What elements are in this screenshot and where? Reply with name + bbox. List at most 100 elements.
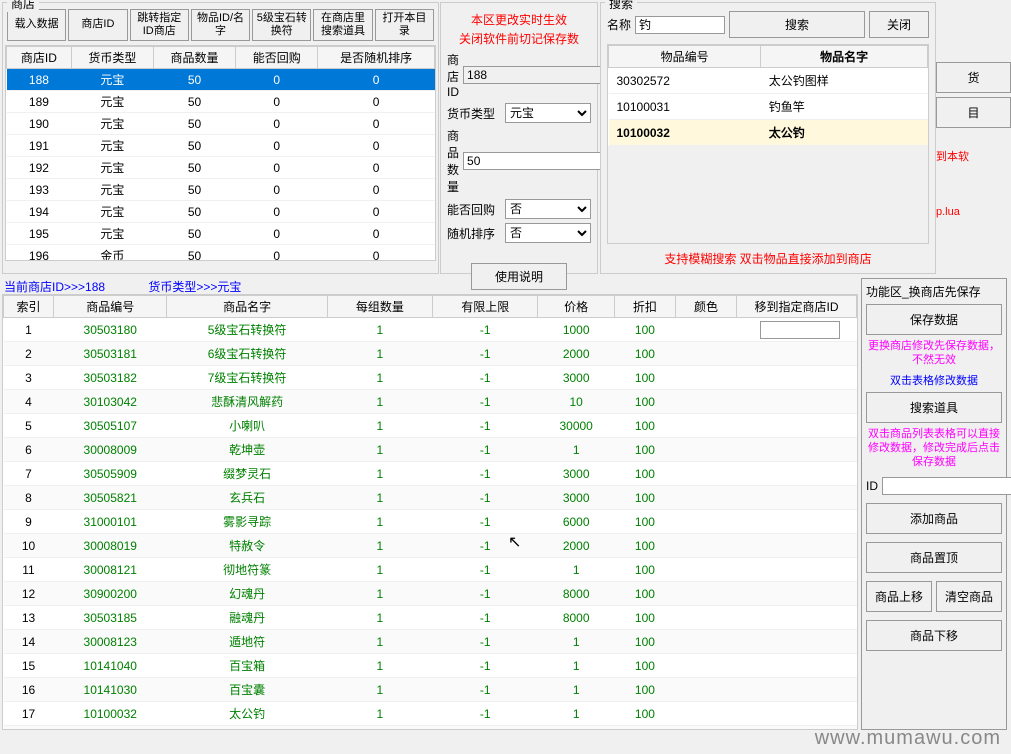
buyback-select[interactable]: 否 [505,199,591,219]
buyback-label: 能否回购 [447,201,501,218]
goods-row[interactable]: 630008009乾坤壶1-11100 [4,438,857,462]
goods-row[interactable]: 1710100032太公钓1-11100 [4,702,857,726]
manual-button[interactable]: 使用说明 [471,263,567,290]
shop-table[interactable]: 商店ID货币类型商品数量能否回购是否随机排序188元宝5000189元宝5000… [5,45,436,261]
cutoff-btn-2[interactable]: 目 [936,97,1011,128]
down-button[interactable]: 商品下移 [866,620,1002,651]
random-select[interactable]: 否 [505,223,591,243]
shop-col-header[interactable]: 是否随机排序 [318,47,435,69]
goods-col-header[interactable]: 商品名字 [167,296,327,318]
move-to-input[interactable] [760,321,840,339]
shop-row[interactable]: 196金币5000 [7,245,435,262]
goods-row[interactable]: 530505107小喇叭1-130000100 [4,414,857,438]
item-id-button[interactable]: 物品ID/名字 [191,9,250,41]
cutoff-text: 到本软 [936,148,1011,164]
shop-col-header[interactable]: 能否回购 [236,47,318,69]
search-col-header[interactable]: 物品编号 [609,46,761,68]
search-name-label: 名称 [607,16,631,33]
open-dir-button[interactable]: 打开本目录 [375,9,434,41]
goods-row[interactable]: 1610141030百宝囊1-11100 [4,678,857,702]
shop-col-header[interactable]: 商品数量 [153,47,235,69]
func-title: 功能区_换商店先保存 [866,283,1002,300]
shop-row[interactable]: 192元宝5000 [7,157,435,179]
search-close-button[interactable]: 关闭 [869,11,929,38]
goods-row[interactable]: 2305031816级宝石转换符1-12000100 [4,342,857,366]
goods-col-header[interactable]: 每组数量 [327,296,432,318]
shop-row[interactable]: 188元宝5000 [7,69,435,91]
top-button[interactable]: 商品置顶 [866,542,1002,573]
gem-convert-button[interactable]: 5级宝石转换符 [252,9,311,41]
goods-row[interactable]: 1030008019特赦令1-12000100 [4,534,857,558]
func-id-label: ID [866,479,878,493]
goods-panel[interactable]: 索引商品编号商品名字每组数量有限上限价格折扣颜色移到指定商店ID13050318… [2,294,858,730]
jump-button[interactable]: 跳转指定ID商店 [130,9,189,41]
goods-row[interactable]: 430103042悲酥清风解药1-110100 [4,390,857,414]
goods-row[interactable]: 1510141040百宝箱1-11100 [4,654,857,678]
search-button[interactable]: 搜索 [729,11,865,38]
shop-row[interactable]: 193元宝5000 [7,179,435,201]
goods-row[interactable]: 1130008121彻地符篆1-11100 [4,558,857,582]
cutoff-btn-1[interactable]: 货 [936,62,1011,93]
current-info: 当前商店ID>>>188 货币类型>>>元宝 [4,278,241,295]
shop-row[interactable]: 195元宝5000 [7,223,435,245]
edit-hint-2: 关闭软件前切记保存数 [445,30,593,47]
current-shop: 当前商店ID>>>188 [4,280,105,294]
shop-row[interactable]: 189元宝5000 [7,91,435,113]
search-row[interactable]: 30302572太公钓图样 [609,68,928,94]
goods-col-header[interactable]: 折扣 [614,296,675,318]
func-id-input[interactable] [882,477,1011,495]
shop-row[interactable]: 194元宝5000 [7,201,435,223]
cutoff-lua: p.lua [936,206,960,218]
goods-row[interactable]: 730505909缀梦灵石1-13000100 [4,462,857,486]
goods-col-header[interactable]: 颜色 [675,296,736,318]
random-label: 随机排序 [447,225,501,242]
shop-panel-title: 商店 [7,0,39,12]
add-button[interactable]: 添加商品 [866,503,1002,534]
currency-label: 货币类型 [447,105,501,122]
goods-row[interactable]: 830505821玄兵石1-13000100 [4,486,857,510]
save-button[interactable]: 保存数据 [866,304,1002,335]
search-input[interactable] [635,16,725,34]
up-button[interactable]: 商品上移 [866,581,932,612]
shop-id-button[interactable]: 商店ID [68,9,127,41]
shop-row[interactable]: 190元宝5000 [7,113,435,135]
search-results[interactable]: 物品编号物品名字30302572太公钓图样10100031钓鱼竿10100032… [607,44,929,244]
goods-row[interactable]: 1230900200幻魂丹1-18000100 [4,582,857,606]
search-panel-title: 搜索 [605,0,637,12]
search-col-header[interactable]: 物品名字 [761,46,928,68]
goods-row[interactable]: 931000101雾影寻踪1-16000100 [4,510,857,534]
edit-hint-1: 本区更改实时生效 [445,11,593,28]
goods-col-header[interactable]: 价格 [538,296,614,318]
goods-row[interactable]: 1430008123遁地符1-11100 [4,630,857,654]
func-hint-3: 双击商品列表表格可以直接修改数据，修改完成后点击保存数据 [866,427,1002,470]
shop-panel: 商店 载入数据 商店ID 跳转指定ID商店 物品ID/名字 5级宝石转换符 在商… [2,2,439,274]
currency-select[interactable]: 元宝 [505,103,591,123]
goods-col-header[interactable]: 移到指定商店ID [737,296,857,318]
goods-col-header[interactable]: 商品编号 [54,296,167,318]
goods-row[interactable]: 1305031805级宝石转换符1-11000100 [4,318,857,342]
function-panel: 功能区_换商店先保存 保存数据 更换商店修改先保存数据，不然无效 双击表格修改数… [861,278,1007,730]
search-hint: 支持模糊搜索 双击物品直接添加到商店 [601,246,935,271]
watermark: www.mumawu.com [815,727,1001,750]
search-row[interactable]: 10100031钓鱼竿 [609,94,928,120]
goods-col-header[interactable]: 有限上限 [433,296,538,318]
shop-toolbar: 载入数据 商店ID 跳转指定ID商店 物品ID/名字 5级宝石转换符 在商店里搜… [3,3,438,43]
right-cutoff: 货 目 到本软 p.lua [936,2,1011,184]
search-in-shop-button[interactable]: 在商店里搜索道具 [313,9,372,41]
goods-row[interactable]: 1330503185融魂丹1-18000100 [4,606,857,630]
func-hint-1: 更换商店修改先保存数据，不然无效 [866,339,1002,368]
goods-row[interactable]: 3305031827级宝石转换符1-13000100 [4,366,857,390]
shop-id-label: 商店ID [447,51,459,99]
goods-col-header[interactable]: 索引 [4,296,54,318]
edit-panel: 本区更改实时生效 关闭软件前切记保存数 商店ID 货币类型元宝 商品数量 能否回… [440,2,598,274]
func-hint-2: 双击表格修改数据 [866,372,1002,388]
goods-row[interactable]: 18 [4,726,857,731]
shop-col-header[interactable]: 商店ID [7,47,72,69]
search-item-button[interactable]: 搜索道具 [866,392,1002,423]
search-panel: 搜索 名称 搜索 关闭 物品编号物品名字30302572太公钓图样1010003… [600,2,936,274]
clear-button[interactable]: 清空商品 [936,581,1002,612]
shop-col-header[interactable]: 货币类型 [71,47,153,69]
shop-row[interactable]: 191元宝5000 [7,135,435,157]
load-button[interactable]: 载入数据 [7,9,66,41]
search-row[interactable]: 10100032太公钓 [609,120,928,146]
